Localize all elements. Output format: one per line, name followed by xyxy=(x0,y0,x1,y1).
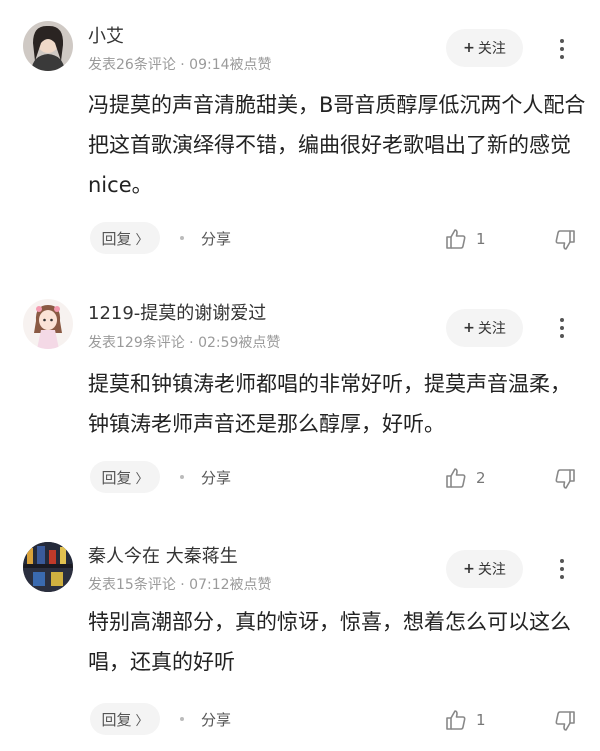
avatar[interactable] xyxy=(23,542,73,592)
more-options-icon[interactable] xyxy=(553,556,571,582)
follow-button[interactable]: + 关注 xyxy=(446,550,523,588)
thumbs-up-icon xyxy=(446,229,466,249)
dislike-button[interactable] xyxy=(553,709,577,733)
reply-button[interactable]: 回复 〉 xyxy=(90,703,160,735)
plus-icon: + xyxy=(463,40,475,56)
like-button[interactable]: 1 xyxy=(444,707,486,733)
share-button[interactable]: 分享 xyxy=(201,467,231,488)
avatar[interactable] xyxy=(23,21,73,71)
thumbs-down-icon xyxy=(555,711,575,731)
thumbs-up-icon xyxy=(446,710,466,730)
username[interactable]: 1219-提莫的谢谢爱过 xyxy=(88,299,266,325)
comment-item: 秦人今在 大秦蒋生 发表15条评论 · 07:12被点赞 + 关注 特别高潮部分… xyxy=(0,510,600,751)
thumbs-down-icon xyxy=(555,469,575,489)
thumbs-up-icon xyxy=(446,468,466,488)
chevron-right-icon: 〉 xyxy=(135,232,149,248)
comment-meta: 发表129条评论 · 02:59被点赞 xyxy=(88,335,281,351)
comment-text: 冯提莫的声音清脆甜美，B哥音质醇厚低沉两个人配合把这首歌演绎得不错，编曲很好老歌… xyxy=(88,93,586,197)
like-button[interactable]: 2 xyxy=(444,465,486,491)
chevron-right-icon: 〉 xyxy=(135,713,149,729)
reply-label: 回复 xyxy=(101,710,132,729)
share-button[interactable]: 分享 xyxy=(201,709,231,730)
reply-label: 回复 xyxy=(101,468,132,487)
like-count: 1 xyxy=(476,230,486,248)
like-count: 1 xyxy=(476,711,486,729)
reply-button[interactable]: 回复 〉 xyxy=(90,461,160,493)
username[interactable]: 秦人今在 大秦蒋生 xyxy=(88,542,238,568)
comment-meta: 发表26条评论 · 09:14被点赞 xyxy=(88,57,272,73)
separator-dot xyxy=(180,717,184,721)
thumbs-down-icon xyxy=(555,230,575,250)
dislike-button[interactable] xyxy=(553,467,577,491)
follow-button[interactable]: + 关注 xyxy=(446,309,523,347)
plus-icon: + xyxy=(463,320,475,336)
chevron-right-icon: 〉 xyxy=(135,471,149,487)
reply-button[interactable]: 回复 〉 xyxy=(90,222,160,254)
comment-item: 1219-提莫的谢谢爱过 发表129条评论 · 02:59被点赞 + 关注 提莫… xyxy=(0,270,600,510)
comment-meta: 发表15条评论 · 07:12被点赞 xyxy=(88,577,272,593)
comment-text: 提莫和钟镇涛老师都唱的非常好听，提莫声音温柔，钟镇涛老师声音还是那么醇厚，好听。 xyxy=(88,372,571,436)
like-count: 2 xyxy=(476,469,486,487)
follow-label: 关注 xyxy=(477,41,506,57)
share-button[interactable]: 分享 xyxy=(201,228,231,249)
follow-button[interactable]: + 关注 xyxy=(446,29,523,67)
comment-item: 小艾 发表26条评论 · 09:14被点赞 + 关注 冯提莫的声音清脆甜美，B哥… xyxy=(0,0,600,270)
follow-label: 关注 xyxy=(477,562,506,578)
plus-icon: + xyxy=(463,561,475,577)
more-options-icon[interactable] xyxy=(553,36,571,62)
avatar[interactable] xyxy=(23,299,73,349)
separator-dot xyxy=(180,475,184,479)
username[interactable]: 小艾 xyxy=(88,22,124,48)
like-button[interactable]: 1 xyxy=(444,226,486,252)
dislike-button[interactable] xyxy=(553,228,577,252)
more-options-icon[interactable] xyxy=(553,315,571,341)
separator-dot xyxy=(180,236,184,240)
reply-label: 回复 xyxy=(101,229,132,248)
follow-label: 关注 xyxy=(477,321,506,337)
comment-text: 特别高潮部分，真的惊讶，惊喜，想着怎么可以这么唱，还真的好听 xyxy=(88,610,571,674)
